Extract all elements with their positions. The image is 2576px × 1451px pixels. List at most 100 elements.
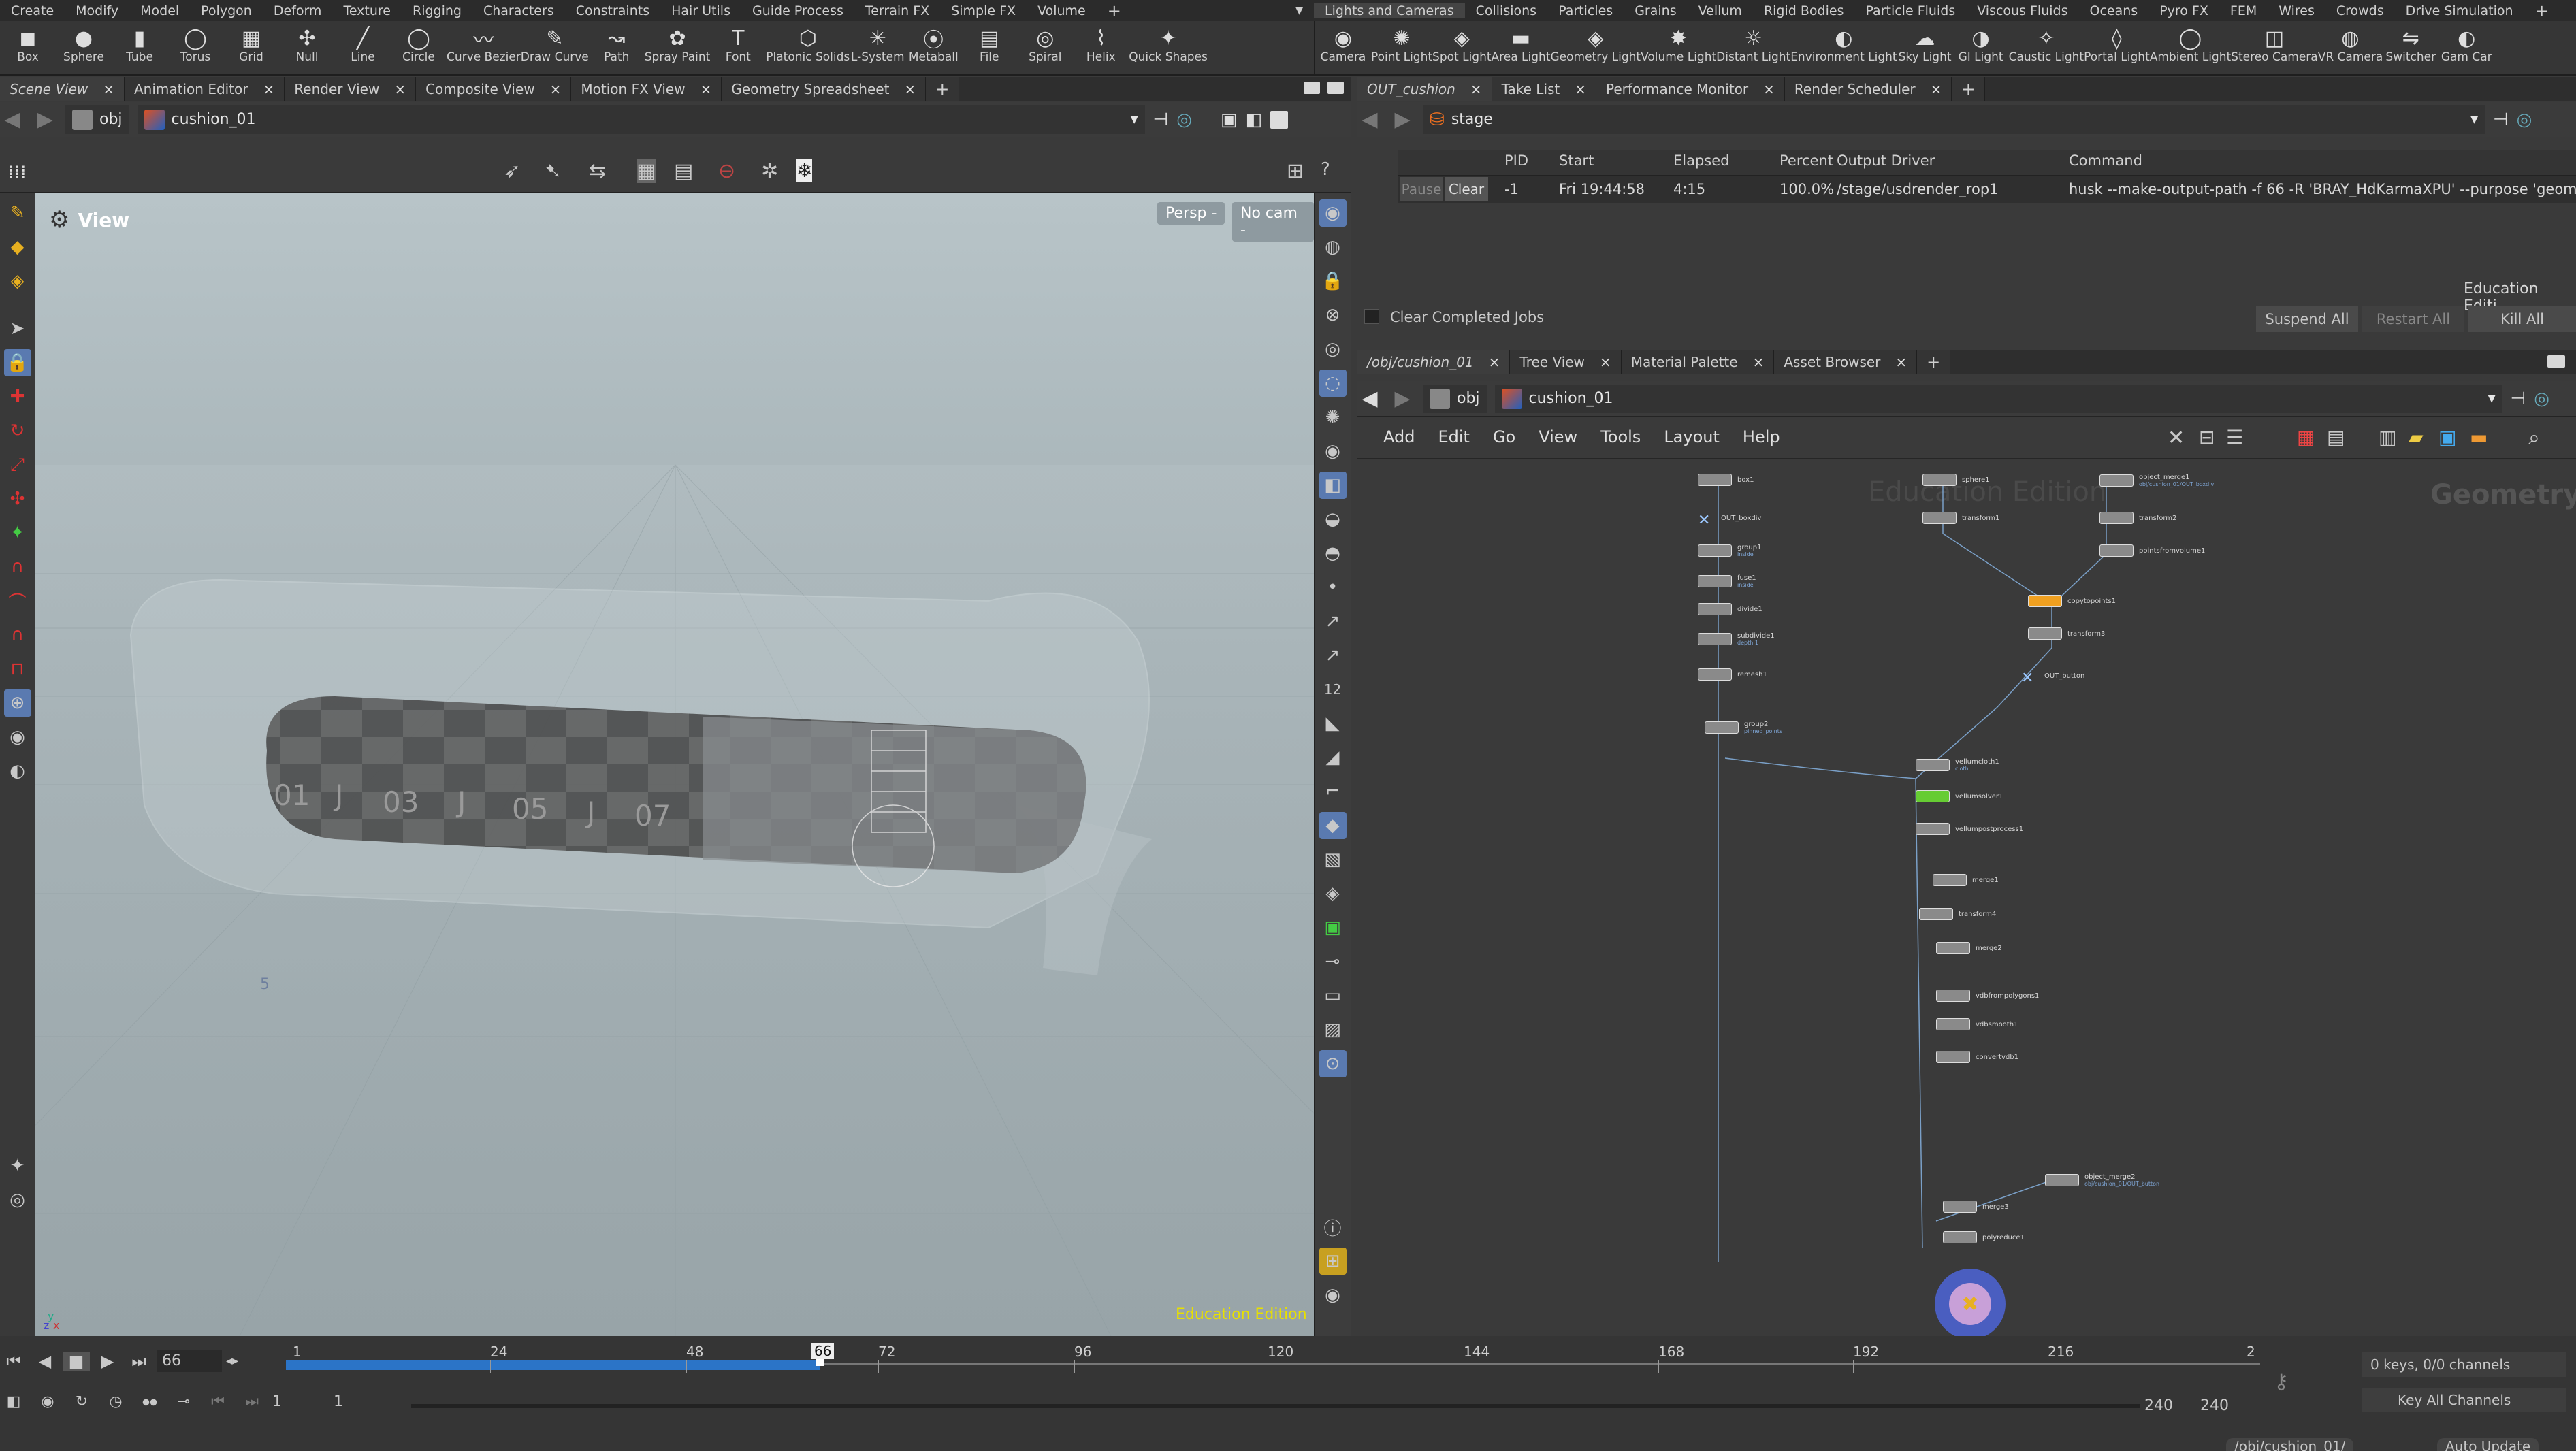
flipbook-icon[interactable]: ◎ xyxy=(4,1186,31,1213)
node-body[interactable] xyxy=(1698,603,1732,615)
col-output-driver[interactable]: Output Driver xyxy=(1837,152,1935,169)
breadcrumb-node[interactable]: cushion_01 ▼ xyxy=(137,105,1145,134)
shelf-tool-point-light[interactable]: ✺ Point Light xyxy=(1371,21,1432,74)
view-tool-icon[interactable]: ◉ xyxy=(4,723,31,751)
shelf-tool-curve-bezier[interactable]: 〰 Curve Bezier xyxy=(447,21,521,74)
shelf-tab-12[interactable]: Crowds xyxy=(2325,3,2395,18)
step-icon[interactable]: ⊸ xyxy=(170,1393,197,1410)
shelf-tool-spray-paint[interactable]: ✿ Spray Paint xyxy=(645,21,711,74)
node-body[interactable] xyxy=(2028,595,2062,607)
node-body[interactable] xyxy=(1705,721,1739,734)
keyframe-icon[interactable]: ⦁⦁ xyxy=(136,1393,163,1410)
wrench-icon[interactable]: ✕ xyxy=(2168,426,2185,450)
shelf-tab-2[interactable]: Particles xyxy=(1547,3,1624,18)
shelf-tool-ambient-light[interactable]: ◯ Ambient Light xyxy=(2150,21,2231,74)
node-merge2[interactable]: merge2 xyxy=(1936,942,2002,954)
node-OUT_boxdiv[interactable]: ✕ OUT_boxdiv xyxy=(1698,512,1761,529)
play-icon[interactable]: ▶ xyxy=(94,1352,121,1371)
shelf-tool-path[interactable]: ↝ Path xyxy=(589,21,645,74)
range-start-field[interactable]: 1 xyxy=(272,1393,327,1410)
menu-item-9[interactable]: Hair Utils xyxy=(660,3,741,18)
tool-icon-2[interactable]: ◆ xyxy=(4,233,31,261)
node-body[interactable] xyxy=(2099,474,2134,487)
shelf-tool-camera[interactable]: ◉ Camera xyxy=(1315,21,1371,74)
xray-icon[interactable]: ⊗ xyxy=(1319,301,1347,329)
shelf-tool-line[interactable]: ╱ Line xyxy=(335,21,391,74)
forward-arrow-icon[interactable]: ▶ xyxy=(33,108,57,131)
pin-view-icon[interactable]: ⊙ xyxy=(1319,1050,1347,1077)
prev-key-icon[interactable]: ⏮ xyxy=(204,1393,231,1410)
shelf-tab-4[interactable]: Vellum xyxy=(1688,3,1753,18)
col-percent[interactable]: Percent xyxy=(1780,152,1833,169)
wireframe-icon[interactable]: ▤ xyxy=(674,159,693,183)
forward-arrow-icon-2[interactable]: ▶ xyxy=(1390,108,1415,131)
clock-icon[interactable]: ◷ xyxy=(102,1393,129,1410)
loop-icon[interactable]: ↻ xyxy=(68,1393,95,1410)
uv-icon[interactable]: ⌐ xyxy=(1319,778,1347,805)
shelf-tool-quick-shapes[interactable]: ✦ Quick Shapes xyxy=(1129,21,1208,74)
layout-icon[interactable]: ▤ xyxy=(2327,426,2345,449)
node-body[interactable] xyxy=(2045,1174,2079,1186)
add-shelf-tab-icon-right[interactable]: + xyxy=(2524,1,2560,20)
close-tab-icon[interactable]: × xyxy=(1931,81,1942,97)
node-vellumsolver1[interactable]: vellumsolver1 xyxy=(1916,790,2003,802)
step-back-icon[interactable]: ◀ xyxy=(31,1352,59,1371)
node-body[interactable] xyxy=(1936,1018,1970,1030)
texture-icon[interactable]: ◓ xyxy=(1319,540,1347,567)
vector-icon[interactable]: ↗ xyxy=(1319,642,1347,669)
view-frame-icon[interactable]: ▭ xyxy=(1319,982,1347,1009)
headlight-icon[interactable]: ✺ xyxy=(1319,404,1347,431)
shelf-tool-grid[interactable]: ▦ Grid xyxy=(223,21,279,74)
menu-item-5[interactable]: Texture xyxy=(332,3,402,18)
net-menu-tools[interactable]: Tools xyxy=(1600,427,1641,446)
node-transform4[interactable]: transform4 xyxy=(1919,908,1996,920)
node-body[interactable] xyxy=(2099,512,2134,524)
node-body[interactable] xyxy=(1936,942,1970,954)
selection-mode-icon[interactable]: ⇆ xyxy=(589,159,606,183)
key-all-channels-button[interactable]: Key All Channels xyxy=(2362,1388,2566,1412)
light-bulb-icon[interactable]: ◌ xyxy=(1319,370,1347,397)
node-body[interactable]: ✕ xyxy=(1698,512,1716,529)
shelf-tab-5[interactable]: Rigid Bodies xyxy=(1753,3,1855,18)
shelf-tool-sphere[interactable]: ● Sphere xyxy=(56,21,112,74)
ghost-icon[interactable]: ◍ xyxy=(1319,233,1347,261)
shelf-tool-switcher[interactable]: ⇋ Switcher xyxy=(2383,21,2438,74)
prim-numbers-icon[interactable]: ◢ xyxy=(1319,744,1347,771)
tab-render-view[interactable]: Render View × xyxy=(285,77,417,101)
info-icon[interactable]: ⓘ xyxy=(1319,1213,1347,1241)
pane-menu-icon[interactable] xyxy=(1304,82,1320,94)
node-polyreduce1[interactable]: polyreduce1 xyxy=(1943,1231,2025,1243)
shelf-tool-box[interactable]: ◼ Box xyxy=(0,21,56,74)
close-tab-icon[interactable]: × xyxy=(394,81,406,97)
scale-icon[interactable]: ⤢ xyxy=(4,451,31,478)
ambient-occlusion-icon[interactable]: ◉ xyxy=(1319,438,1347,465)
shelf-tool-torus[interactable]: ◯ Torus xyxy=(167,21,223,74)
tab-animation-editor[interactable]: Animation Editor × xyxy=(125,77,285,101)
node-vellumpostprocess1[interactable]: vellumpostprocess1 xyxy=(1916,823,2023,835)
pose-icon[interactable]: ✦ xyxy=(4,519,31,547)
pin-icon-2[interactable]: ⊣ xyxy=(2493,110,2509,130)
network-editor[interactable]: Education Edition Geometry box1 ✕ OUT_boxd… xyxy=(1357,459,2576,1336)
bend-icon[interactable]: ⌒ xyxy=(4,587,31,615)
chevron-down-icon[interactable]: ▼ xyxy=(1285,5,1314,16)
next-key-icon[interactable]: ⏭ xyxy=(238,1393,265,1410)
tab-take-list[interactable]: Take List × xyxy=(1492,77,1597,101)
link-icon-3[interactable]: ◎ xyxy=(2534,389,2549,409)
note-icon[interactable]: ▰ xyxy=(2409,426,2424,449)
node-OUT_button[interactable]: ✕ OUT_button xyxy=(2021,670,2084,687)
prim-icon[interactable]: ◣ xyxy=(1319,710,1347,737)
shelf-tool-metaball[interactable]: ⦿ Metaball xyxy=(905,21,961,74)
snowflake-icon[interactable]: ❄ xyxy=(796,159,813,182)
particle-icon[interactable]: ✲ xyxy=(761,159,778,183)
clear-completed-checkbox[interactable] xyxy=(1364,309,1379,324)
shelf-tab-0[interactable]: Lights and Cameras xyxy=(1314,3,1465,18)
node-transform3[interactable]: transform3 xyxy=(2028,627,2105,640)
node-body[interactable] xyxy=(2099,544,2134,557)
node-body[interactable]: ✕ xyxy=(2021,670,2039,687)
close-tab-icon[interactable]: × xyxy=(1600,354,1611,370)
close-tab-icon[interactable]: × xyxy=(1763,81,1775,97)
shade-mode-icon[interactable]: ▦ xyxy=(637,159,656,183)
node-vellumcloth1[interactable]: vellumcloth1 cloth xyxy=(1916,758,1999,772)
brush-icon[interactable]: ✎ xyxy=(4,199,31,227)
node-body[interactable] xyxy=(1698,474,1732,486)
